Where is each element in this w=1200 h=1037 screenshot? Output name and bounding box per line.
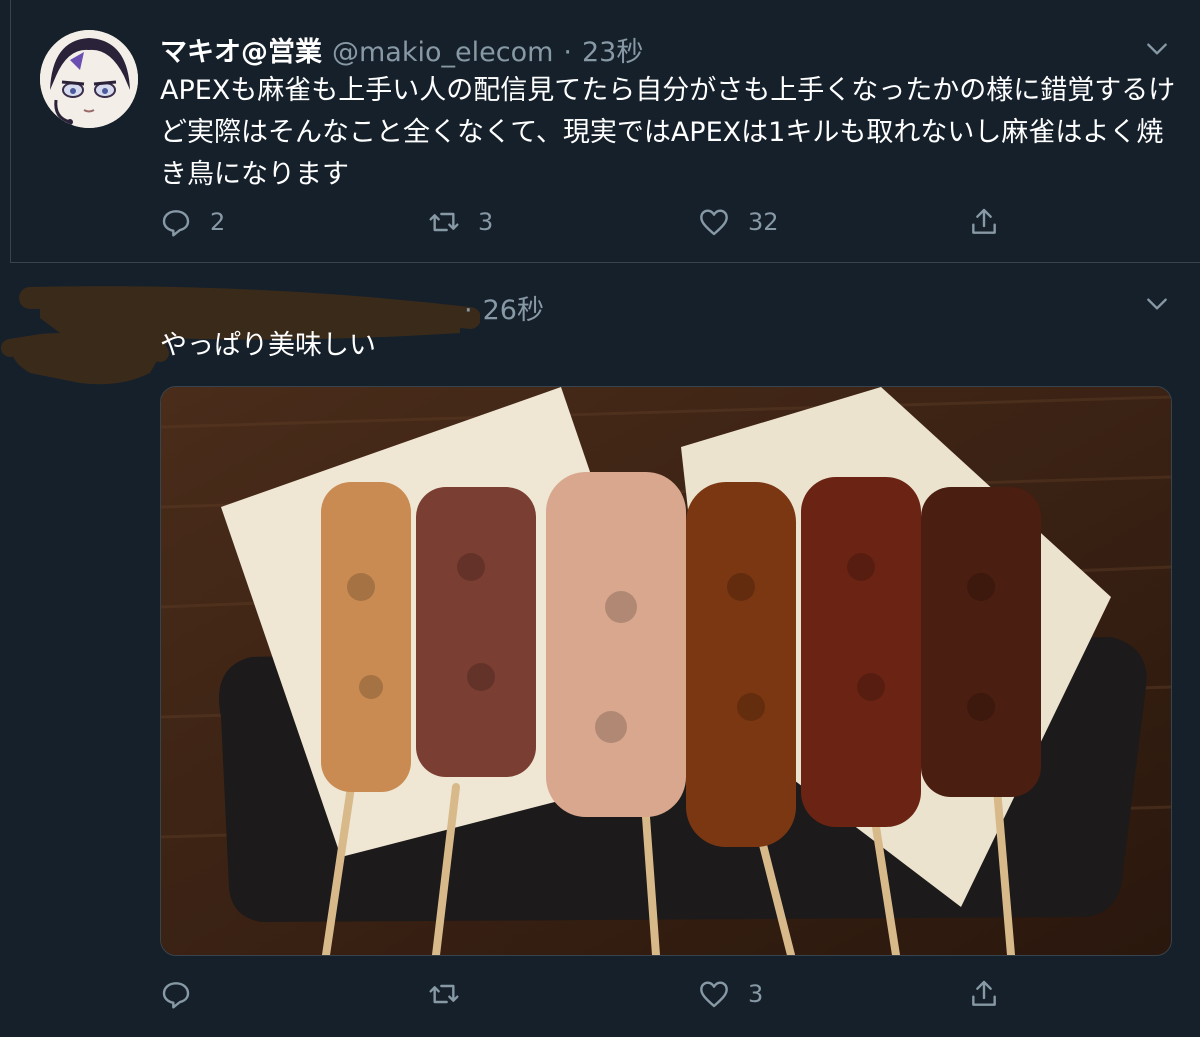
chevron-down-icon[interactable] xyxy=(1144,36,1170,62)
display-name[interactable]: マキオ@営業 xyxy=(160,30,322,69)
like-icon xyxy=(700,209,728,236)
separator-dot: · xyxy=(464,295,473,326)
reply-button[interactable]: 2 xyxy=(160,206,225,238)
share-button[interactable] xyxy=(968,978,1000,1010)
thread-border xyxy=(10,0,11,262)
reply-icon xyxy=(162,982,190,1009)
like-count: 3 xyxy=(748,980,764,1008)
tweet-actions: 2 3 32 xyxy=(160,206,1060,240)
like-button[interactable]: 3 xyxy=(698,978,763,1010)
yakitori-photo xyxy=(161,387,1171,955)
tweet-text: APEXも麻雀も上手い人の配信見てたら自分がさも上手くなったかの様に錯覚するけど… xyxy=(160,75,1176,190)
separator-dot: · xyxy=(563,37,572,68)
chevron-down-icon[interactable] xyxy=(1144,291,1170,317)
reply-icon xyxy=(162,210,190,237)
retweet-icon xyxy=(429,212,459,232)
timestamp[interactable]: 23秒 xyxy=(582,30,643,69)
retweet-button[interactable]: 3 xyxy=(428,206,493,238)
user-handle[interactable]: @makio_elecom xyxy=(332,37,553,68)
like-count: 32 xyxy=(748,208,779,236)
tweet-header: · 26秒 xyxy=(464,288,544,327)
reply-count: 2 xyxy=(210,208,226,236)
retweet-icon xyxy=(429,984,459,1004)
avatar[interactable] xyxy=(40,30,138,128)
retweet-button[interactable] xyxy=(428,978,478,1010)
tweet-text: やっぱり美味しい xyxy=(160,330,376,361)
share-button[interactable] xyxy=(968,206,1000,238)
avatar-illustration xyxy=(40,30,138,128)
tweet-header: マキオ@営業 @makio_elecom · 23秒 xyxy=(160,30,643,69)
share-icon xyxy=(972,980,996,1006)
like-icon xyxy=(700,981,728,1008)
like-button[interactable]: 32 xyxy=(698,206,779,238)
reply-button[interactable] xyxy=(160,978,210,1010)
tweet-media-photo[interactable] xyxy=(160,386,1172,956)
retweet-count: 3 xyxy=(478,208,494,236)
share-icon xyxy=(972,208,996,234)
tweet[interactable]: マキオ@営業 @makio_elecom · 23秒 APEXも麻雀も上手い人の… xyxy=(0,0,1200,262)
tweet[interactable]: · 26秒 やっぱり美味しい 3 xyxy=(0,263,1200,1037)
tweet-actions: 3 xyxy=(160,978,1060,1012)
timestamp[interactable]: 26秒 xyxy=(483,288,544,327)
